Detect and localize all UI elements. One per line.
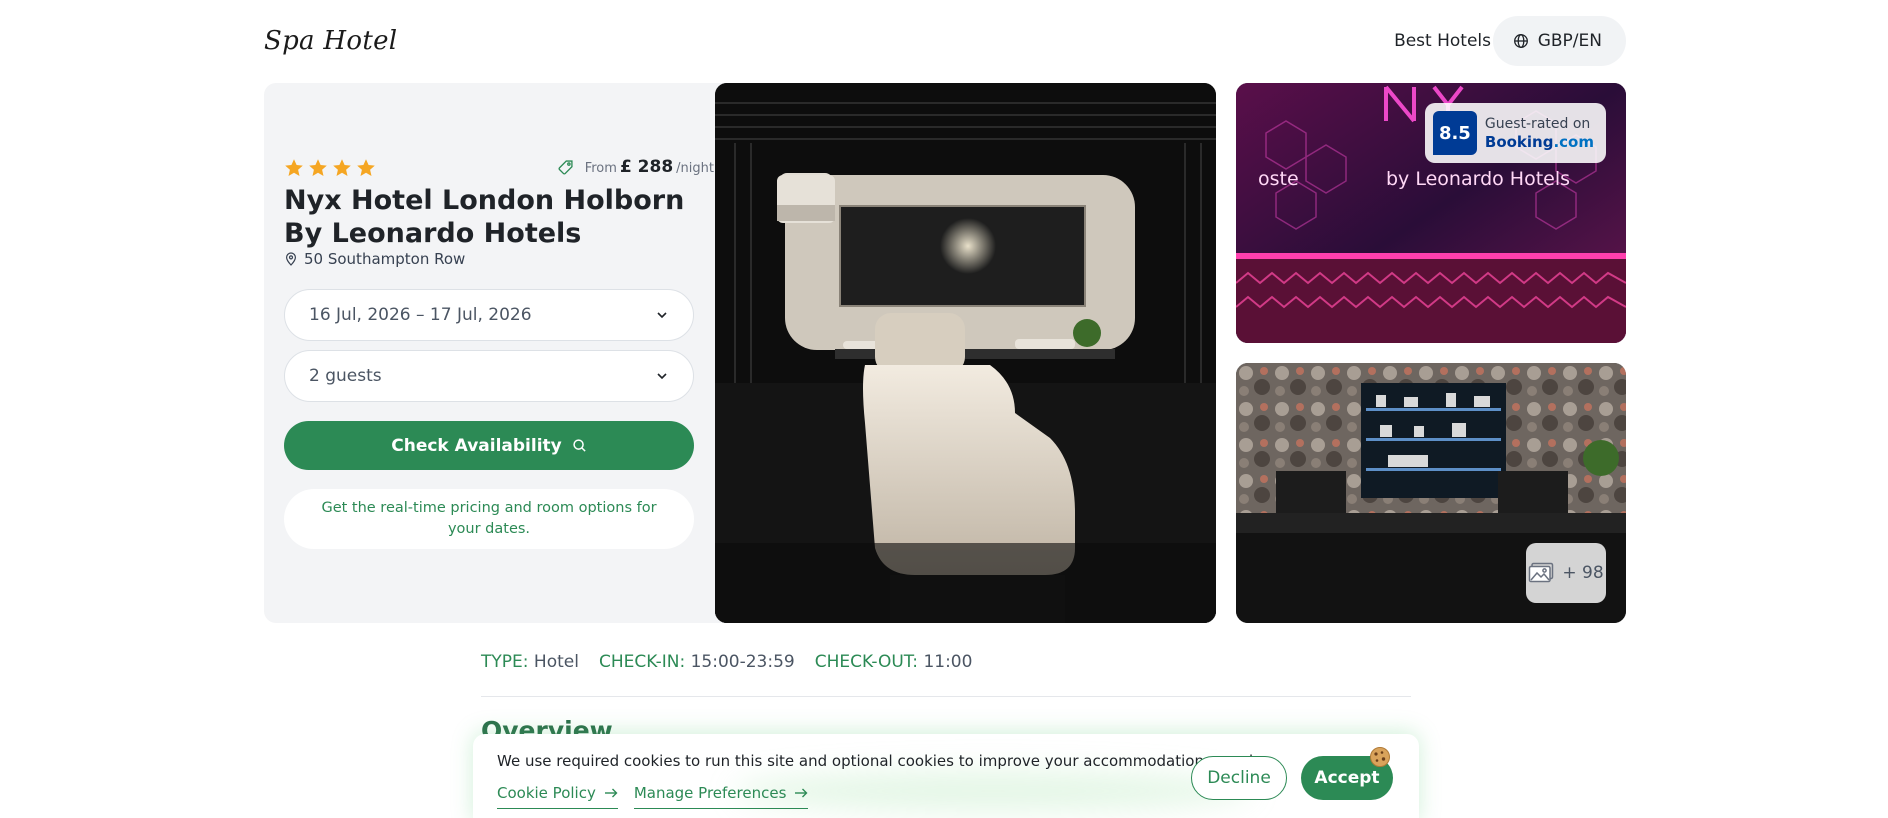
hotel-info-row: TYPE: Hotel CHECK-IN: 15:00-23:59 CHECK-…: [481, 652, 972, 672]
lobby-photo[interactable]: + 98: [1236, 363, 1626, 623]
guests-value: 2 guests: [309, 366, 382, 386]
booking-card: From £ 288 /night Nyx Hotel London Holbo…: [264, 83, 734, 623]
date-range-value: 16 Jul, 2026 – 17 Jul, 2026: [309, 305, 532, 325]
check-availability-button[interactable]: Check Availability: [284, 421, 694, 470]
star-icon: [333, 159, 351, 176]
hotel-type-value: Hotel: [533, 652, 579, 672]
currency-language-selector[interactable]: GBP/EN: [1492, 16, 1626, 66]
globe-icon: [1513, 34, 1528, 48]
cookie-policy-label: Cookie Policy: [497, 784, 596, 802]
manage-preferences-link[interactable]: Manage Preferences: [633, 784, 809, 809]
booking-rating-badge: 8.5 Guest-rated on Booking.com: [1424, 103, 1606, 163]
check-in-label: CHECK-IN:: [598, 652, 686, 672]
decline-cookies-button[interactable]: Decline: [1191, 756, 1287, 800]
date-range-picker[interactable]: 16 Jul, 2026 – 17 Jul, 2026: [284, 289, 694, 341]
more-photos-button[interactable]: + 98: [1526, 543, 1606, 603]
section-divider: [481, 696, 1411, 697]
nav-best-hotels-link[interactable]: Best Hotels: [1394, 31, 1491, 51]
check-out-time: CHECK-OUT: 11:00: [815, 652, 973, 672]
chevron-down-icon: [657, 312, 667, 319]
image-gallery-icon: [1529, 562, 1554, 583]
star-icon: [309, 159, 327, 176]
cookie-links: Cookie Policy Manage Preferences: [497, 784, 809, 809]
cookie-message: We use required cookies to run this site…: [497, 752, 1264, 770]
price-from: From £ 288 /night: [474, 157, 734, 177]
booking-logo: Booking.com: [1485, 133, 1594, 151]
main-photo[interactable]: [715, 83, 1216, 623]
guests-selector[interactable]: 2 guests: [284, 350, 694, 402]
hotel-name: Nyx Hotel London Holborn By Leonardo Hot…: [284, 185, 685, 249]
price-per-night: /night: [676, 161, 714, 176]
check-availability-label: Check Availability: [391, 435, 562, 456]
svg-text:by Leonardo Hotels: by Leonardo Hotels: [1386, 168, 1570, 190]
booking-brand-tld: .com: [1553, 133, 1594, 151]
arrow-right-icon: [795, 788, 808, 798]
check-in-time: CHECK-IN: 15:00-23:59: [599, 652, 795, 672]
price-amount: £ 288: [619, 157, 674, 177]
star-rating: [284, 158, 376, 178]
hotel-address: 50 Southampton Row: [284, 250, 465, 268]
address-text: 50 Southampton Row: [304, 250, 466, 268]
hotel-type: TYPE: Hotel: [481, 652, 579, 672]
booking-brand-main: Booking: [1484, 133, 1554, 151]
more-photos-count: + 98: [1562, 563, 1604, 583]
manage-preferences-label: Manage Preferences: [633, 784, 787, 802]
check-in-value: 15:00-23:59: [690, 652, 795, 672]
hotel-type-label: TYPE:: [481, 652, 529, 672]
currency-language-label: GBP/EN: [1537, 31, 1602, 51]
cookie-banner: We use required cookies to run this site…: [473, 734, 1419, 818]
price-from-label: From: [584, 161, 617, 176]
price-tag-icon: [558, 159, 573, 175]
search-icon: [573, 439, 586, 452]
rating-score: 8.5: [1432, 111, 1477, 155]
spa-room-image: [715, 83, 1216, 623]
rating-label: Guest-rated on: [1484, 116, 1591, 132]
cookie-policy-link[interactable]: Cookie Policy: [497, 784, 618, 809]
location-pin-icon: [285, 252, 297, 266]
star-icon: [357, 159, 375, 176]
star-icon: [285, 159, 303, 176]
chevron-down-icon: [657, 373, 667, 380]
hotel-hero: From £ 288 /night Nyx Hotel London Holbo…: [264, 83, 1626, 623]
bar-photo[interactable]: by Leonardo Hotels oste 8.5 Guest-rated …: [1236, 83, 1626, 343]
site-header: Spa Hotel Best Hotels GBP/EN: [264, 16, 1626, 68]
pricing-note: Get the real-time pricing and room optio…: [284, 489, 694, 549]
check-out-label: CHECK-OUT:: [814, 652, 919, 672]
arrow-right-icon: [604, 788, 618, 798]
cookie-icon: [1370, 747, 1390, 767]
site-logo[interactable]: Spa Hotel: [264, 26, 397, 56]
svg-text:oste: oste: [1258, 168, 1299, 190]
check-out-value: 11:00: [923, 652, 973, 672]
